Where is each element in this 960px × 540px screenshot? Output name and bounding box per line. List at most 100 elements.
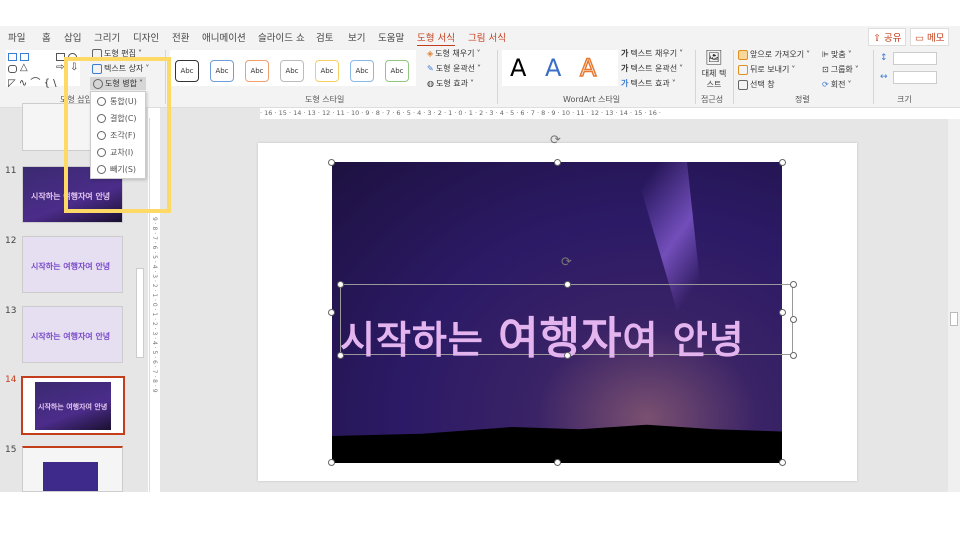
group-button[interactable]: ⊡ 그룹화 ˅ (822, 64, 859, 75)
tab-draw[interactable]: 그리기 (94, 30, 120, 44)
alt-text-label: 대체 텍스트 (701, 69, 727, 89)
resize-handle[interactable] (564, 281, 571, 288)
resize-handle[interactable] (779, 159, 786, 166)
menu-label: 교차(I) (110, 148, 134, 157)
text-fill-button[interactable]: 가 텍스트 채우기 ˅ (621, 48, 683, 59)
style-abc-1[interactable]: Abc (175, 60, 199, 82)
rotate-label: 회전 (830, 80, 846, 89)
share-button[interactable]: ⇪ 공유 (868, 28, 907, 46)
shape-effects-button[interactable]: ◍ 도형 효과 ˅ (427, 78, 474, 89)
tab-review[interactable]: 검토 (316, 30, 333, 44)
resize-handle[interactable] (779, 459, 786, 466)
tab-view[interactable]: 보기 (348, 30, 365, 44)
text-effects-icon: 가 (621, 79, 629, 88)
vertical-textbox-shape-icon[interactable] (20, 53, 29, 61)
slide-thumbnail-15[interactable] (22, 446, 123, 492)
bring-forward-button[interactable]: 앞으로 가져오기 ˅ (738, 49, 810, 60)
size-group-label: 크기 (897, 95, 912, 104)
menu-item-intersect[interactable]: 교차(I) (97, 147, 133, 158)
thumbnail-scrollbar[interactable] (136, 268, 144, 358)
horizontal-ruler: · 16 · 15 · 14 · 13 · 12 · 11 · 10 · 9 ·… (160, 108, 950, 119)
width-icon: ↔ (880, 72, 888, 82)
align-button[interactable]: ⊫ 맞춤 ˅ (822, 49, 852, 60)
resize-handle[interactable] (790, 281, 797, 288)
tab-insert[interactable]: 삽입 (64, 30, 81, 44)
arrange-group-label: 정렬 (795, 95, 810, 104)
resize-handle[interactable] (554, 159, 561, 166)
tab-design[interactable]: 디자인 (133, 30, 159, 44)
resize-handle[interactable] (337, 352, 344, 359)
style-abc-4[interactable]: Abc (280, 60, 304, 82)
resize-handle[interactable] (328, 159, 335, 166)
menu-item-subtract[interactable]: 빼기(S) (97, 164, 136, 175)
resize-handle[interactable] (564, 352, 571, 359)
bring-forward-label: 앞으로 가져오기 (750, 50, 805, 59)
style-abc-2[interactable]: Abc (210, 60, 234, 82)
tab-file[interactable]: 파일 (8, 30, 25, 44)
text-outline-button[interactable]: 가 텍스트 윤곽선 ˅ (621, 63, 683, 74)
rotate-handle-icon[interactable]: ⟳ (550, 133, 561, 148)
style-abc-7[interactable]: Abc (385, 60, 409, 82)
ruler-ticks: · 16 · 15 · 14 · 13 · 12 · 11 · 10 · 9 ·… (260, 108, 950, 119)
slide-title[interactable]: 시작하는 여행자여 안녕 (340, 302, 745, 366)
group-icon: ⊡ (822, 65, 829, 74)
resize-handle[interactable] (790, 316, 797, 323)
tab-picture-format[interactable]: 그림 서식 (468, 30, 506, 44)
tab-help[interactable]: 도움말 (378, 30, 404, 44)
menu-label: 통합(U) (110, 97, 137, 106)
resize-handle[interactable] (328, 309, 335, 316)
rounded-rect-shape-icon[interactable] (8, 65, 17, 73)
separator (733, 50, 734, 104)
style-abc-3[interactable]: Abc (245, 60, 269, 82)
wordart-black[interactable]: A (510, 54, 526, 82)
wordart-blue[interactable]: A (545, 54, 561, 82)
send-backward-label: 뒤로 보내기 (750, 65, 790, 74)
alt-text-button[interactable]: 🖼 대체 텍스트 (701, 50, 727, 90)
menu-item-fragment[interactable]: 조각(F) (97, 130, 136, 141)
shape-styles-group-label: 도형 스타일 (305, 95, 345, 104)
textbox-shape-icon[interactable] (8, 53, 17, 61)
triangle-shape-icon[interactable]: △ (20, 62, 28, 73)
menu-item-combine[interactable]: 결합(C) (97, 113, 137, 124)
align-icon: ⊫ (822, 50, 829, 59)
tab-home[interactable]: 홈 (42, 30, 51, 44)
selection-pane-button[interactable]: 선택 창 (738, 79, 775, 90)
rotate-button[interactable]: ⟳ 회전 ˅ (822, 79, 851, 90)
menu-item-union[interactable]: 통합(U) (97, 96, 137, 107)
shape-fill-button[interactable]: ◈ 도형 채우기 ˅ (427, 48, 481, 59)
wordart-orange[interactable]: A (579, 53, 597, 83)
accessibility-group-label: 접근성 (701, 95, 724, 104)
rotate-handle-icon[interactable]: ⟳ (561, 255, 572, 270)
separator (695, 50, 696, 104)
width-input[interactable] (893, 71, 937, 84)
style-abc-6[interactable]: Abc (350, 60, 374, 82)
resize-handle[interactable] (328, 459, 335, 466)
resize-handle[interactable] (337, 281, 344, 288)
shape-styles-gallery[interactable]: Abc Abc Abc Abc Abc Abc Abc (170, 50, 416, 86)
union-icon (97, 97, 106, 106)
text-effects-button[interactable]: 가 텍스트 효과 ˅ (621, 78, 676, 89)
wordart-gallery[interactable]: A A A (502, 50, 618, 86)
freeform-shape-icon[interactable]: ◸ ∿ ⌒ { \ (8, 74, 57, 89)
tab-transitions[interactable]: 전환 (172, 30, 189, 44)
height-input[interactable] (893, 52, 937, 65)
rotate-icon: ⟳ (822, 80, 829, 89)
tab-slideshow[interactable]: 슬라이드 쇼 (258, 30, 305, 44)
tab-animations[interactable]: 애니메이션 (202, 30, 246, 44)
vertical-scrollbar[interactable] (948, 119, 960, 492)
text-effects-label: 텍스트 효과 (630, 79, 670, 88)
intersect-icon (97, 148, 106, 157)
slide-thumbnail-13[interactable]: 시작하는 여행자여 안녕 (22, 306, 123, 363)
resize-handle[interactable] (790, 352, 797, 359)
slide-thumbnail-12[interactable]: 시작하는 여행자여 안녕 (22, 236, 123, 293)
send-backward-button[interactable]: 뒤로 보내기 ˅ (738, 64, 795, 75)
shape-outline-label: 도형 윤곽선 (435, 64, 476, 73)
memo-button[interactable]: ▭ 메모 (910, 28, 950, 46)
resize-handle[interactable] (779, 309, 786, 316)
resize-handle[interactable] (554, 459, 561, 466)
shape-outline-button[interactable]: ✎ 도형 윤곽선 ˅ (427, 63, 481, 74)
tab-shape-format[interactable]: 도형 서식 (417, 30, 455, 47)
slide-thumbnail-14-selected[interactable]: 시작하는 여행자여 안녕 (21, 376, 125, 435)
style-abc-5[interactable]: Abc (315, 60, 339, 82)
scroll-thumb[interactable] (950, 312, 958, 326)
